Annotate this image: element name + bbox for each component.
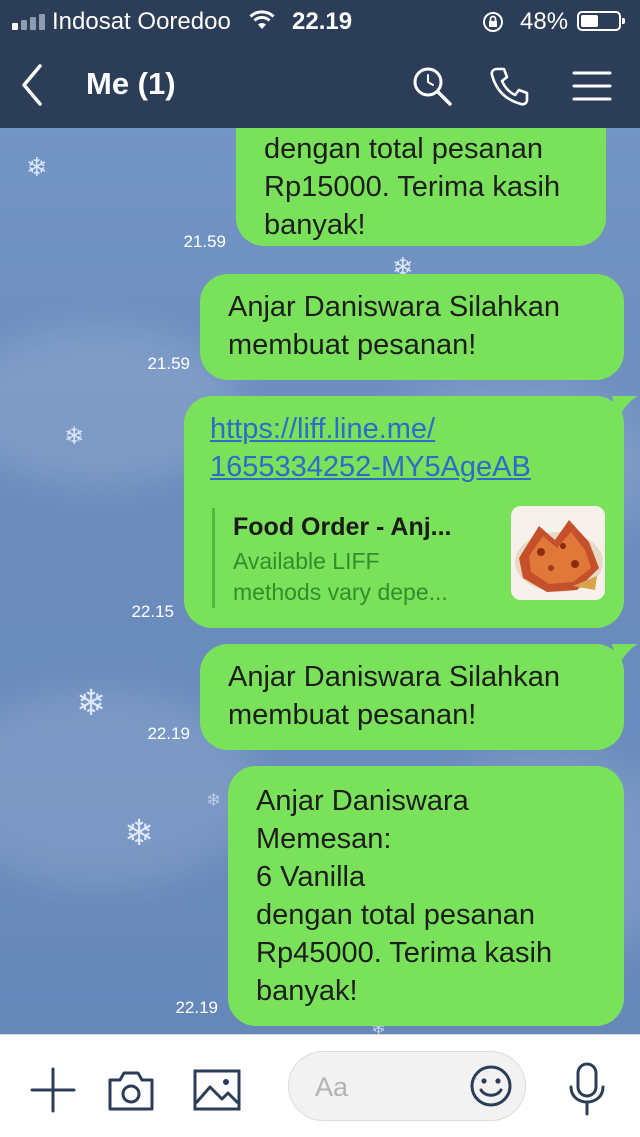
link-message-bubble[interactable]: https://liff.line.me/ 1655334252-MY5AgeA… [184, 396, 624, 628]
chat-title: Me (1) [86, 66, 176, 101]
battery-fill [581, 15, 598, 27]
message-input[interactable]: Aa [288, 1051, 526, 1121]
rotation-lock-icon [483, 12, 503, 32]
message-input-placeholder: Aa [315, 1072, 349, 1102]
message-text: Anjar Daniswara Memesan: 6 Vanilla denga… [256, 785, 553, 1007]
carrier-name: Indosat Ooredoo [52, 8, 231, 35]
camera-icon[interactable] [106, 1065, 156, 1115]
battery-icon [577, 11, 625, 31]
message-time: 22.19 [147, 724, 190, 743]
signal-strength-icon [12, 14, 45, 30]
chat-header: Me (1) [0, 44, 640, 128]
link-url-line-2[interactable]: 1655334252-MY5AgeAB [210, 448, 624, 486]
message-text: Anjar Daniswara Silahkan membuat pesanan… [228, 661, 561, 731]
message-text: dengan total pesanan Rp15000. Terima kas… [264, 133, 561, 241]
message-time: 22.15 [131, 602, 174, 621]
message-time: 22.19 [175, 998, 218, 1017]
message-time: 21.59 [183, 232, 226, 251]
back-icon[interactable] [16, 62, 52, 108]
chat-area[interactable]: ❄ ❄ ❄ ❄ ❄ ❄ ❄ dengan total pesanan Rp150… [0, 128, 640, 1034]
snowflake-icon: ❄ [64, 423, 85, 450]
plus-icon[interactable] [28, 1065, 78, 1115]
link-preview-description: Available LIFF methods vary depe... [233, 548, 448, 605]
message-bubble[interactable]: Anjar Daniswara Silahkan membuat pesanan… [200, 644, 624, 750]
status-bar: Indosat Ooredoo 22.19 48% [0, 0, 640, 44]
bubble-tail [612, 396, 638, 418]
snowflake-icon: ❄ [26, 152, 48, 182]
message-bubble[interactable]: dengan total pesanan Rp15000. Terima kas… [236, 128, 606, 246]
input-bar: Aa [0, 1034, 640, 1137]
phone-icon[interactable] [488, 64, 532, 108]
link-preview-card[interactable]: Food Order - Anj... Available LIFF metho… [212, 506, 605, 608]
menu-icon[interactable] [570, 64, 614, 108]
bubble-tail [612, 644, 638, 666]
message-text: Anjar Daniswara Silahkan membuat pesanan… [228, 291, 561, 361]
clock: 22.19 [292, 8, 353, 35]
wifi-icon [249, 10, 275, 29]
message-time: 21.59 [147, 354, 190, 373]
link-preview-thumbnail [511, 506, 605, 600]
microphone-icon[interactable] [562, 1061, 612, 1117]
search-icon[interactable] [410, 64, 454, 108]
snowflake-icon: ❄ [124, 812, 155, 853]
message-bubble[interactable]: Anjar Daniswara Silahkan membuat pesanan… [200, 274, 624, 380]
link-url-line-1[interactable]: https://liff.line.me/ [210, 410, 624, 448]
snowflake-icon: ❄ [206, 790, 222, 810]
link-url[interactable]: https://liff.line.me/ 1655334252-MY5AgeA… [210, 410, 624, 486]
food-image [511, 506, 605, 600]
image-icon[interactable] [192, 1065, 242, 1115]
message-bubble[interactable]: Anjar Daniswara Memesan: 6 Vanilla denga… [228, 766, 624, 1026]
battery-percentage: 48% [520, 8, 569, 35]
link-preview-title: Food Order - Anj... [233, 513, 452, 541]
snowflake-icon: ❄ [76, 682, 107, 723]
emoji-icon[interactable] [469, 1064, 513, 1108]
